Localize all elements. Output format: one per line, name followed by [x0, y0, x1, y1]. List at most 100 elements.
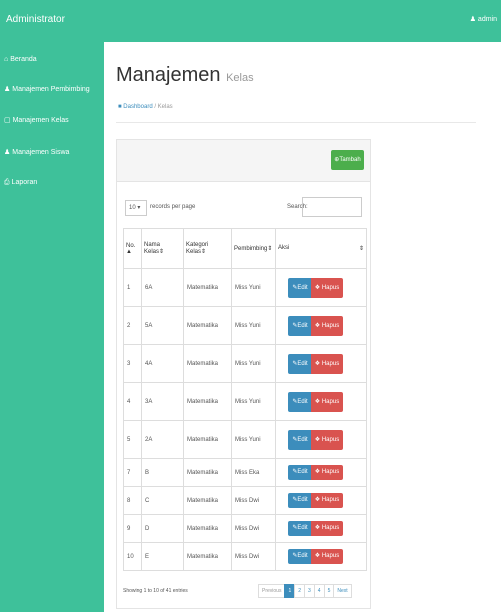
edit-button-label: Edit: [297, 322, 308, 329]
delete-button[interactable]: ❖ Hapus: [311, 521, 343, 536]
col-header-label: Pembimbing: [234, 246, 268, 252]
search-input[interactable]: [302, 197, 362, 217]
cell-aksi: ✎Edit ❖ Hapus: [275, 458, 367, 487]
cell-nama-kelas: 3A: [141, 382, 184, 421]
caret-down-icon: ▾: [137, 205, 141, 211]
delete-button[interactable]: ❖ Hapus: [311, 277, 343, 298]
delete-button[interactable]: ❖ Hapus: [311, 429, 343, 450]
user-icon: ♟: [4, 86, 13, 93]
delete-button[interactable]: ❖ Hapus: [311, 315, 343, 336]
cell-pembimbing: Miss Yuni: [231, 344, 276, 383]
cell-aksi: ✎Edit ❖ Hapus: [275, 306, 367, 345]
brand-title[interactable]: Administrator: [6, 14, 65, 25]
col-header-pembimbing[interactable]: Pembimbing⇕: [231, 228, 276, 269]
cell-nama-kelas: C: [141, 486, 184, 515]
delete-button-label: Hapus: [321, 469, 340, 475]
delete-button-label: Hapus: [321, 284, 340, 291]
sidebar-item-laporan[interactable]: ⎙ Laporan: [4, 179, 37, 187]
delete-button-label: Hapus: [321, 553, 340, 559]
page-title: Manajemen Kelas: [116, 64, 254, 87]
delete-icon: ❖: [314, 469, 322, 475]
cell-nama-kelas: 4A: [141, 344, 184, 383]
cell-kategori: Matematika: [183, 514, 232, 543]
records-per-page-value: 10: [129, 205, 136, 211]
add-button-label: Tambah: [339, 157, 361, 163]
breadcrumb-home[interactable]: ■ Dashboard: [118, 104, 153, 110]
records-per-page-label: records per page: [150, 204, 196, 210]
cell-kategori: Matematika: [183, 486, 232, 515]
edit-button[interactable]: ✎Edit: [288, 429, 312, 450]
delete-icon: ❖: [314, 360, 322, 367]
cell-pembimbing: Miss Dwi: [231, 514, 276, 543]
cell-kategori: Matematika: [183, 306, 232, 345]
delete-button[interactable]: ❖ Hapus: [311, 465, 343, 480]
cell-no: 4: [123, 382, 142, 421]
delete-icon: ❖: [314, 553, 322, 559]
edit-button[interactable]: ✎Edit: [288, 391, 312, 412]
user-icon: ♟: [469, 16, 478, 23]
main-content: Manajemen Kelas ■ Dashboard / Kelas ⊕Tam…: [104, 42, 501, 612]
add-button[interactable]: ⊕Tambah: [331, 150, 364, 170]
sort-icon: ▲: [126, 248, 132, 255]
records-per-page-select[interactable]: 10 ▾: [125, 200, 147, 216]
sidebar-item-pembimbing[interactable]: ♟ Manajemen Pembimbing: [4, 85, 90, 93]
edit-button[interactable]: ✎Edit: [288, 315, 312, 336]
divider: [116, 122, 476, 123]
delete-button[interactable]: ❖ Hapus: [311, 391, 343, 412]
cell-aksi: ✎Edit ❖ Hapus: [275, 542, 367, 571]
edit-button-label: Edit: [297, 436, 308, 443]
pagination-previous[interactable]: Previous: [258, 584, 286, 598]
breadcrumb-current: Kelas: [157, 104, 173, 110]
col-header-nama[interactable]: Nama Kelas⇕: [141, 228, 184, 269]
breadcrumb: ■ Dashboard / Kelas: [118, 104, 173, 110]
cell-pembimbing: Miss Dwi: [231, 542, 276, 571]
edit-button[interactable]: ✎Edit: [288, 549, 312, 564]
top-navbar: Administrator ♟ admin: [0, 0, 501, 42]
sidebar-item-label: Laporan: [11, 179, 38, 186]
table-row: 10 E Matematika Miss Dwi ✎Edit ❖ Hapus: [123, 542, 367, 571]
delete-icon: ❖: [314, 497, 322, 503]
edit-button-label: Edit: [297, 360, 308, 367]
edit-button[interactable]: ✎Edit: [288, 353, 312, 374]
delete-button-label: Hapus: [321, 525, 340, 531]
cell-pembimbing: Miss Yuni: [231, 382, 276, 421]
delete-button[interactable]: ❖ Hapus: [311, 549, 343, 564]
sidebar-item-siswa[interactable]: ♟ Manajemen Siswa: [4, 148, 69, 156]
sidebar-item-kelas[interactable]: ▢ Manajemen Kelas: [4, 116, 69, 124]
cell-no: 9: [123, 514, 142, 543]
cell-pembimbing: Miss Yuni: [231, 420, 276, 459]
sidebar-item-label: Beranda: [10, 56, 37, 63]
col-header-kategori[interactable]: Kategori Kelas⇕: [183, 228, 232, 269]
cell-aksi: ✎Edit ❖ Hapus: [275, 268, 367, 307]
pagination-next[interactable]: Next: [333, 584, 352, 598]
delete-button-label: Hapus: [321, 436, 340, 443]
col-header-label: Nama Kelas: [144, 242, 161, 255]
col-header-no[interactable]: No. ▲: [123, 228, 142, 269]
cell-pembimbing: Miss Dwi: [231, 486, 276, 515]
delete-icon: ❖: [314, 436, 322, 443]
sidebar-item-beranda[interactable]: ⌂ Beranda: [4, 56, 37, 63]
edit-button-label: Edit: [297, 553, 308, 559]
edit-button[interactable]: ✎Edit: [288, 277, 312, 298]
breadcrumb-separator: /: [154, 104, 156, 110]
cell-nama-kelas: D: [141, 514, 184, 543]
edit-button[interactable]: ✎Edit: [288, 521, 312, 536]
delete-button[interactable]: ❖ Hapus: [311, 353, 343, 374]
cell-kategori: Matematika: [183, 268, 232, 307]
edit-button[interactable]: ✎Edit: [288, 493, 312, 508]
table-row: 9 D Matematika Miss Dwi ✎Edit ❖ Hapus: [123, 514, 367, 543]
delete-button[interactable]: ❖ Hapus: [311, 493, 343, 508]
cell-nama-kelas: 6A: [141, 268, 184, 307]
page-subtitle: Kelas: [226, 72, 254, 84]
cell-nama-kelas: 2A: [141, 420, 184, 459]
edit-button[interactable]: ✎Edit: [288, 465, 312, 480]
user-menu[interactable]: ♟ admin: [470, 15, 497, 23]
cell-kategori: Matematika: [183, 458, 232, 487]
print-icon: ⎙: [4, 179, 12, 186]
user-name: admin: [477, 16, 497, 23]
edit-button-label: Edit: [297, 284, 308, 291]
kelas-table: No. ▲ Nama Kelas⇕ Kategori Kelas⇕ Pembimb…: [123, 228, 367, 571]
sort-icon: ⇕: [159, 249, 165, 255]
col-header-aksi[interactable]: Aksi ⇕: [275, 228, 367, 269]
sort-icon: ⇕: [201, 249, 207, 255]
